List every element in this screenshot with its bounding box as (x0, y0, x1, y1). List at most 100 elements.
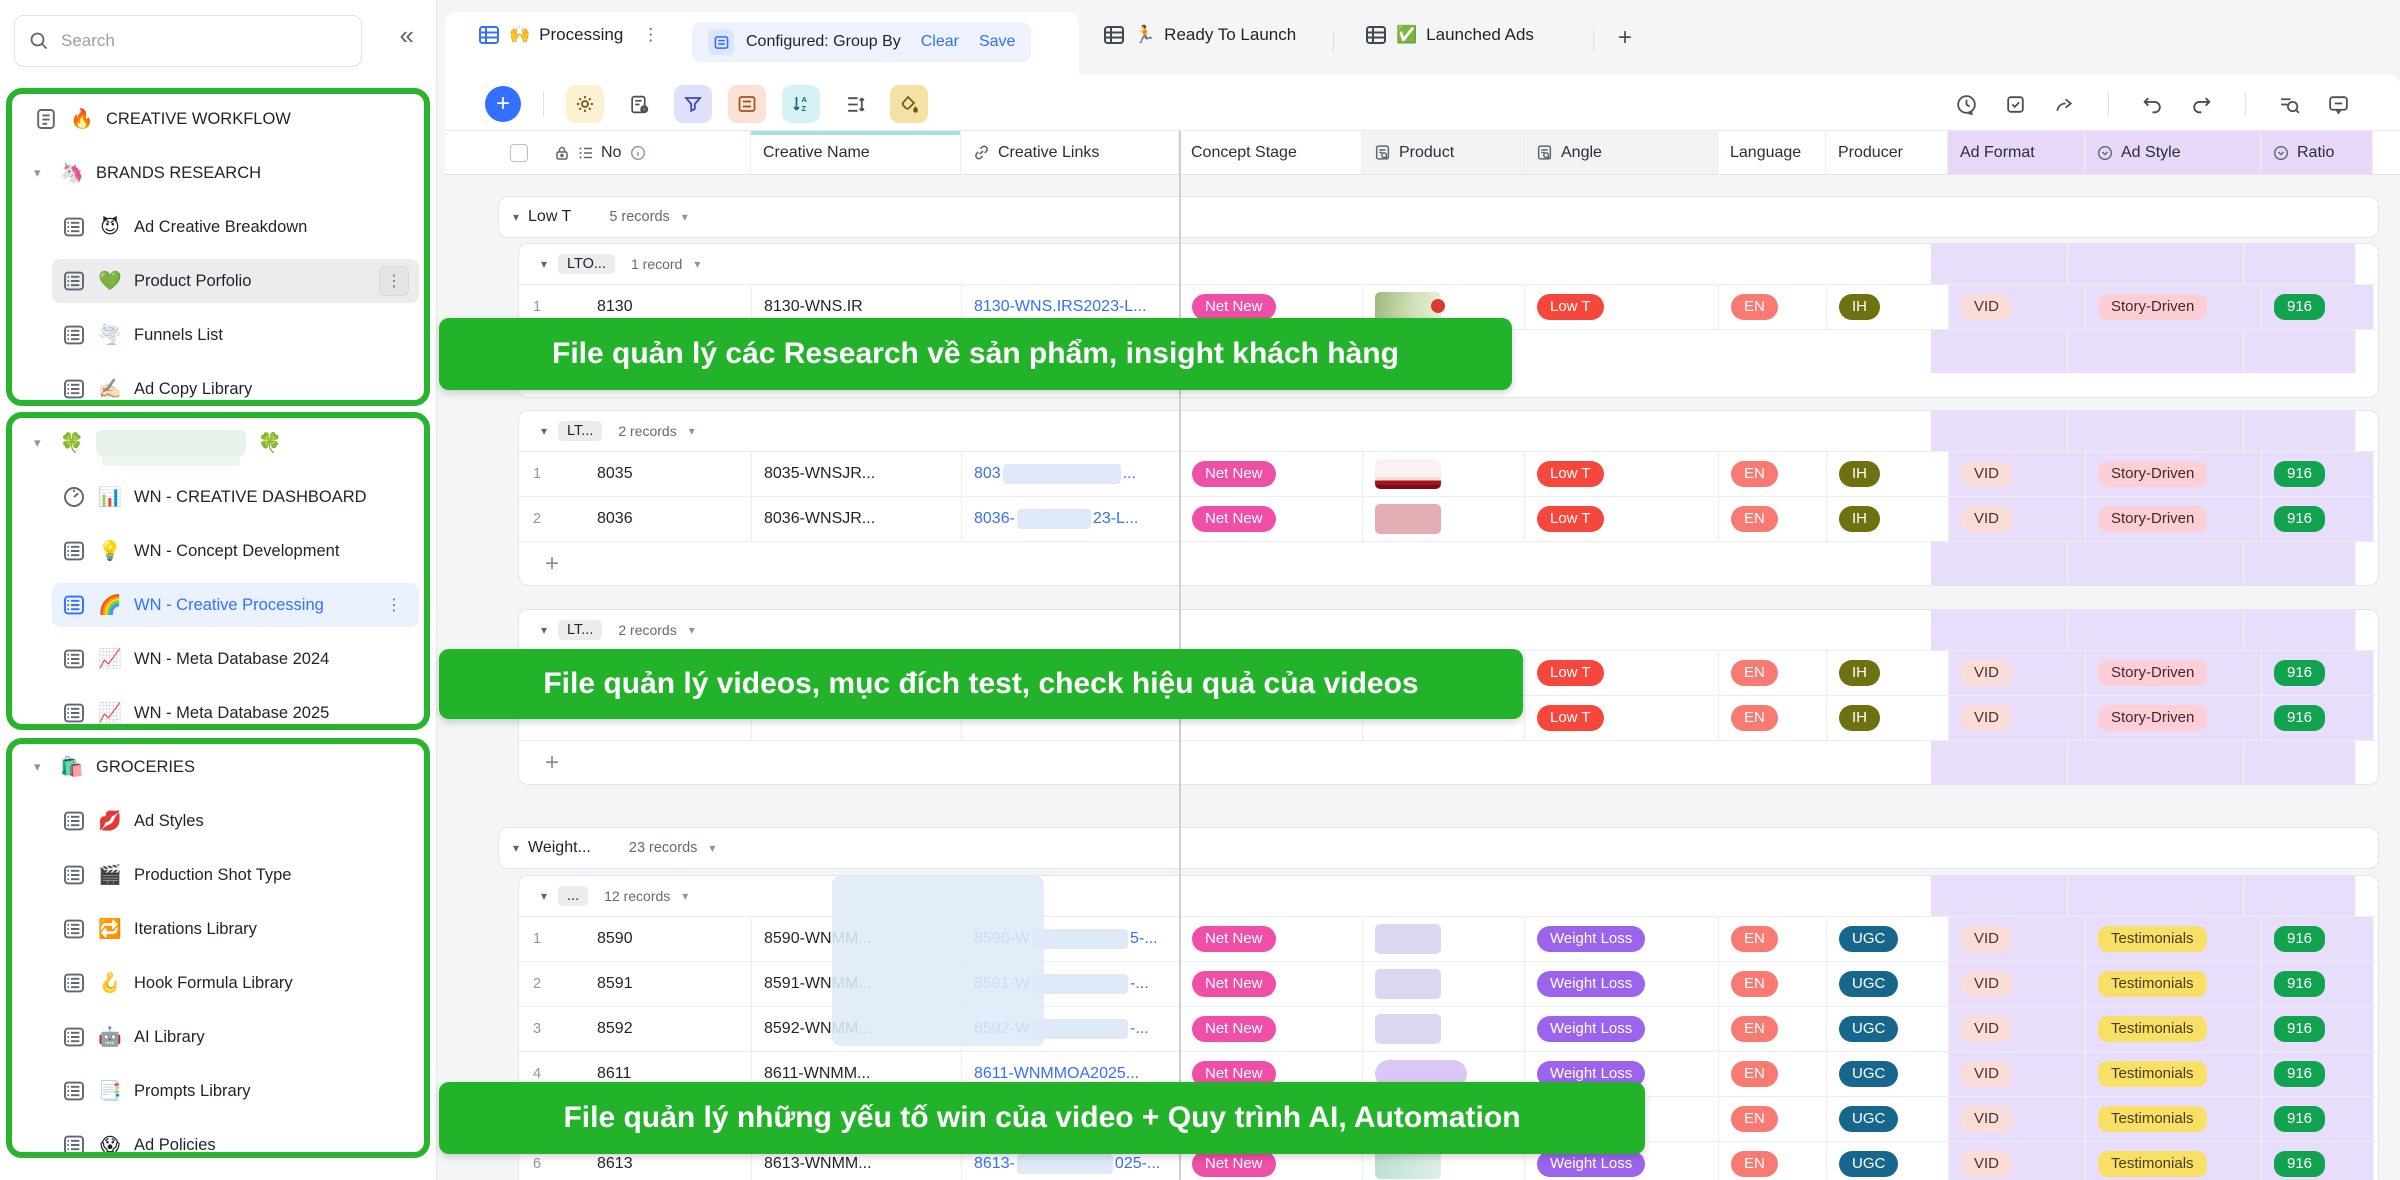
column-header-no[interactable]: No (498, 131, 751, 174)
cell-angle[interactable]: Weight Loss (1525, 917, 1719, 961)
cell-ratio[interactable]: 916 (2262, 1097, 2374, 1141)
cell-ratio[interactable]: 916 (2262, 1007, 2374, 1051)
cell-creative-name[interactable]: 8035-WNSJR... (752, 452, 962, 496)
cell-producer[interactable]: IH (1827, 651, 1949, 695)
record-link[interactable]: 8130-WNS.IRS2023-L... (974, 298, 1147, 316)
record-link[interactable]: 8036-23-L... (974, 509, 1138, 529)
cell-product[interactable] (1363, 497, 1525, 541)
cell-ad-style[interactable]: Testimonials (2086, 917, 2262, 961)
cell-ratio[interactable]: 916 (2262, 452, 2374, 496)
sidebar-item-wn-creative-processing[interactable]: 🌈WN - Creative Processing⋮ (0, 578, 437, 632)
table-row[interactable]: 185908590-WNMM...8590-W5-...Net NewWeigh… (519, 916, 2378, 961)
search-records-icon[interactable] (2278, 93, 2301, 116)
clear-button[interactable]: Clear (921, 33, 959, 51)
column-header-angle[interactable]: Angle (1524, 131, 1718, 174)
cell-language[interactable]: EN (1719, 1052, 1827, 1096)
undo-icon[interactable] (2141, 93, 2164, 116)
tab-menu-icon[interactable]: ⋮ (642, 25, 659, 45)
add-row-button[interactable]: + (519, 740, 2378, 784)
share-icon[interactable] (2053, 93, 2076, 116)
cell-producer[interactable]: UGC (1827, 1007, 1949, 1051)
cell-producer[interactable]: UGC (1827, 962, 1949, 1006)
record-link[interactable]: 8611-WNMMOA2025... (974, 1065, 1139, 1083)
cell-ad-format[interactable]: VID (1949, 696, 2086, 740)
cell-product[interactable] (1363, 917, 1525, 961)
select-all-checkbox[interactable] (510, 144, 528, 162)
column-header-ratio[interactable]: Ratio (2261, 131, 2373, 174)
sidebar-item-brands-research[interactable]: ▾🦄BRANDS RESEARCH (0, 146, 437, 200)
cell-creative-links[interactable]: 803... (962, 452, 1180, 496)
cell-ad-style[interactable]: Testimonials (2086, 962, 2262, 1006)
table-row[interactable]: 280368036-WNSJR...8036-23-L...Net NewLow… (519, 496, 2378, 541)
sidebar-item-wn-meta-database-2024[interactable]: 📈WN - Meta Database 2024 (0, 632, 437, 686)
sidebar-item-ad-creative-breakdown[interactable]: 😈Ad Creative Breakdown (0, 200, 437, 254)
column-header-ad-style[interactable]: Ad Style (2085, 131, 2261, 174)
cell-ad-format[interactable]: VID (1949, 285, 2086, 329)
redo-icon[interactable] (2190, 93, 2213, 116)
sidebar-item-funnels-list[interactable]: 🌪️Funnels List (0, 308, 437, 362)
column-header-producer[interactable]: Producer (1826, 131, 1948, 174)
sidebar-item-wn-concept-development[interactable]: 💡WN - Concept Development (0, 524, 437, 578)
cell-angle[interactable]: Weight Loss (1525, 962, 1719, 1006)
tab-launched-ads[interactable]: ✅ Launched Ads (1365, 24, 1534, 46)
chevron-down-icon[interactable]: ▾ (682, 889, 688, 903)
cell-producer[interactable]: IH (1827, 285, 1949, 329)
cell-ratio[interactable]: 916 (2262, 696, 2374, 740)
cell-language[interactable]: EN (1719, 962, 1827, 1006)
cell-angle[interactable]: Low T (1525, 696, 1719, 740)
add-row-button[interactable]: + (519, 541, 2378, 585)
subgroup-header[interactable]: ▾LT...2 records▾ (519, 411, 2378, 451)
cell-product[interactable] (1363, 1007, 1525, 1051)
subgroup-header[interactable]: ▾LT...2 records▾ (519, 610, 2378, 650)
chevron-down-icon[interactable]: ▾ (34, 435, 48, 451)
cell-ratio[interactable]: 916 (2262, 962, 2374, 1006)
table-row[interactable]: 285918591-WNMM...8591-W-...Net NewWeight… (519, 961, 2378, 1006)
cell-language[interactable]: EN (1719, 917, 1827, 961)
cell-angle[interactable]: Low T (1525, 497, 1719, 541)
add-view-button[interactable]: + (1618, 24, 1632, 52)
tab-ready-to-launch[interactable]: 🏃 Ready To Launch (1103, 24, 1296, 46)
column-header-creative-name[interactable]: Creative Name (751, 131, 961, 174)
cell-language[interactable]: EN (1719, 285, 1827, 329)
column-header-concept-stage[interactable]: Concept Stage (1179, 131, 1362, 174)
sidebar-item-iterations-library[interactable]: 🔁Iterations Library (0, 902, 437, 956)
approval-icon[interactable] (2004, 93, 2027, 116)
table-row[interactable]: 385928592-WNMM...8592-W-...Net NewWeight… (519, 1006, 2378, 1051)
cell-producer[interactable]: IH (1827, 452, 1949, 496)
sidebar-item-ai-library[interactable]: 🤖AI Library (0, 1010, 437, 1064)
cell-product[interactable] (1363, 452, 1525, 496)
chevron-down-icon[interactable]: ▾ (694, 257, 700, 271)
cell-angle[interactable]: Low T (1525, 452, 1719, 496)
group-header[interactable]: ▾Weight...23 records▾ (498, 827, 2379, 869)
cell-ad-style[interactable]: Testimonials (2086, 1097, 2262, 1141)
chevron-down-icon[interactable]: ▾ (689, 424, 695, 438)
chevron-down-icon[interactable]: ▾ (34, 165, 48, 181)
cell-ad-format[interactable]: VID (1949, 651, 2086, 695)
history-icon[interactable] (1955, 93, 1978, 116)
cell-ratio[interactable]: 916 (2262, 917, 2374, 961)
cell-concept-stage[interactable]: Net New (1180, 917, 1363, 961)
save-button[interactable]: Save (979, 33, 1015, 51)
cell-ad-style[interactable]: Story-Driven (2086, 497, 2262, 541)
collapse-group-icon[interactable]: ▾ (513, 210, 519, 224)
cell-producer[interactable]: IH (1827, 696, 1949, 740)
item-menu-icon[interactable]: ⋮ (379, 590, 409, 620)
sidebar-item-ad-policies[interactable]: 😱Ad Policies (0, 1118, 437, 1172)
sidebar-item-wn-meta-database-2025[interactable]: 📈WN - Meta Database 2025 (0, 686, 437, 740)
comment-icon[interactable] (2327, 93, 2350, 116)
cell-producer[interactable]: UGC (1827, 1052, 1949, 1096)
cell-language[interactable]: EN (1719, 696, 1827, 740)
sidebar-item-wn-creative-dashboard[interactable]: 📊WN - CREATIVE DASHBOARD (0, 470, 437, 524)
cell-ad-style[interactable]: Story-Driven (2086, 285, 2262, 329)
chevron-down-icon[interactable]: ▾ (682, 210, 688, 224)
column-header-ad-format[interactable]: Ad Format (1948, 131, 2085, 174)
collapse-sidebar-icon[interactable]: « (400, 22, 414, 48)
chevron-down-icon[interactable]: ▾ (689, 623, 695, 637)
sidebar-item-prompts-library[interactable]: 📑Prompts Library (0, 1064, 437, 1118)
cell-language[interactable]: EN (1719, 1097, 1827, 1141)
sidebar-item-creative-workflow[interactable]: 🔥CREATIVE WORKFLOW (0, 92, 437, 146)
sidebar-item-ad-styles[interactable]: 💋Ad Styles (0, 794, 437, 848)
form-settings-icon[interactable] (620, 85, 658, 123)
cell-language[interactable]: EN (1719, 452, 1827, 496)
fields-icon[interactable] (728, 85, 766, 123)
